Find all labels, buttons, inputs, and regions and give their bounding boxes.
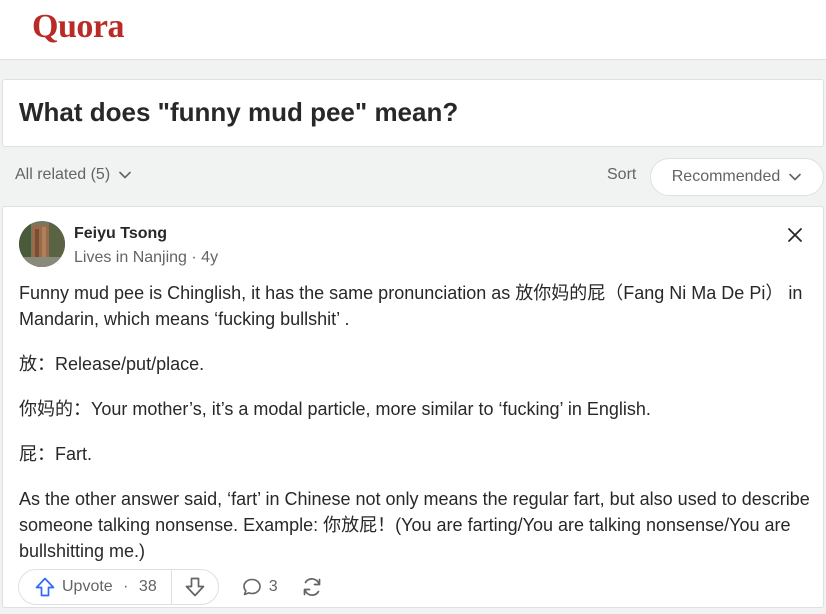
- answer-paragraph: 放：Release/put/place.: [19, 354, 205, 374]
- close-icon[interactable]: [785, 225, 805, 245]
- answer-body: Funny mud pee is Chinglish, it has the s…: [19, 280, 811, 583]
- author-name[interactable]: Feiyu Tsong: [74, 225, 167, 243]
- sort-label: Sort: [607, 166, 637, 183]
- chevron-down-icon: [789, 173, 802, 181]
- upvote-separator: ·: [118, 578, 133, 595]
- sort-value: Recommended: [671, 168, 781, 185]
- upvote-button[interactable]: Upvote · 38: [19, 570, 171, 604]
- avatar-image: [19, 221, 65, 267]
- answer-paragraph: 屁：Fart.: [19, 444, 93, 464]
- share-button[interactable]: [300, 575, 324, 599]
- answer-paragraph: As the other answer said, ‘fart’ in Chin…: [19, 489, 810, 561]
- vote-group: Upvote · 38: [18, 569, 219, 605]
- answer-paragraph: 你妈的：Your mother’s, it’s a modal particle…: [19, 399, 651, 419]
- sort-dropdown[interactable]: Recommended: [650, 158, 824, 196]
- all-related-dropdown[interactable]: All related (5): [15, 166, 132, 184]
- author-credential: Lives in Nanjing · 4y: [74, 249, 219, 266]
- quora-logo[interactable]: Quora: [32, 8, 124, 46]
- answer-paragraph: Funny mud pee is Chinglish, it has the s…: [19, 283, 803, 329]
- downvote-button[interactable]: [172, 570, 218, 604]
- chevron-down-icon: [119, 171, 131, 179]
- all-related-label: All related (5): [15, 166, 111, 183]
- answer-card: Feiyu Tsong Lives in Nanjing · 4y Funny …: [2, 206, 824, 608]
- arrow-down-icon: [185, 577, 205, 597]
- avatar[interactable]: [19, 221, 65, 267]
- question-title[interactable]: What does "funny mud pee" mean?: [19, 97, 458, 128]
- upvote-label: Upvote: [62, 578, 113, 595]
- comment-bubble-icon: [242, 578, 261, 596]
- filter-row: All related (5) Sort Recommended: [0, 156, 826, 198]
- comment-button[interactable]: 3: [241, 576, 278, 598]
- comment-count: 3: [268, 578, 278, 595]
- upvote-count: 38: [138, 578, 157, 595]
- answer-actions: Upvote · 38 3: [18, 569, 324, 605]
- arrow-up-icon: [35, 577, 55, 597]
- share-arrows-icon: [303, 578, 320, 596]
- question-card: What does "funny mud pee" mean?: [2, 79, 824, 147]
- top-bar: Quora: [0, 0, 826, 60]
